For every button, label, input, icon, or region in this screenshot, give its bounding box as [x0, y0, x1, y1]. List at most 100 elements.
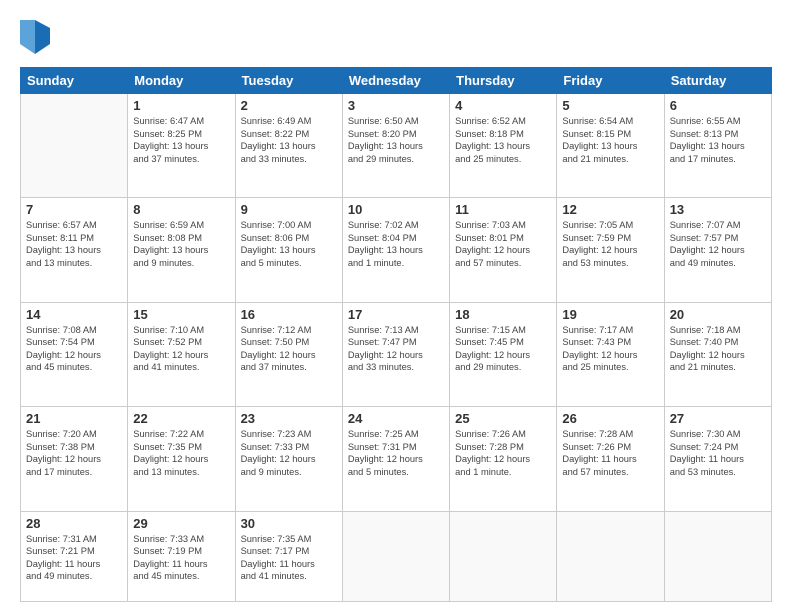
logo [20, 20, 54, 59]
week-row-2: 7 Sunrise: 6:57 AM Sunset: 8:11 PM Daylig… [21, 198, 772, 302]
day-number: 1 [133, 98, 229, 113]
calendar-cell: 25 Sunrise: 7:26 AM Sunset: 7:28 PM Dayli… [450, 407, 557, 511]
day-info: Sunrise: 7:12 AM Sunset: 7:50 PM Dayligh… [241, 324, 337, 374]
header [20, 16, 772, 59]
calendar-cell [450, 511, 557, 601]
day-number: 15 [133, 307, 229, 322]
day-info: Sunrise: 7:03 AM Sunset: 8:01 PM Dayligh… [455, 219, 551, 269]
day-info: Sunrise: 6:57 AM Sunset: 8:11 PM Dayligh… [26, 219, 122, 269]
calendar-cell: 9 Sunrise: 7:00 AM Sunset: 8:06 PM Daylig… [235, 198, 342, 302]
day-info: Sunrise: 7:10 AM Sunset: 7:52 PM Dayligh… [133, 324, 229, 374]
day-number: 20 [670, 307, 766, 322]
calendar-cell: 21 Sunrise: 7:20 AM Sunset: 7:38 PM Dayli… [21, 407, 128, 511]
day-info: Sunrise: 7:33 AM Sunset: 7:19 PM Dayligh… [133, 533, 229, 583]
day-info: Sunrise: 7:00 AM Sunset: 8:06 PM Dayligh… [241, 219, 337, 269]
calendar-cell: 2 Sunrise: 6:49 AM Sunset: 8:22 PM Daylig… [235, 94, 342, 198]
week-row-3: 14 Sunrise: 7:08 AM Sunset: 7:54 PM Dayli… [21, 302, 772, 406]
weekday-header-sunday: Sunday [21, 68, 128, 94]
day-number: 25 [455, 411, 551, 426]
day-number: 18 [455, 307, 551, 322]
calendar-cell: 18 Sunrise: 7:15 AM Sunset: 7:45 PM Dayli… [450, 302, 557, 406]
calendar-cell: 29 Sunrise: 7:33 AM Sunset: 7:19 PM Dayli… [128, 511, 235, 601]
day-info: Sunrise: 7:17 AM Sunset: 7:43 PM Dayligh… [562, 324, 658, 374]
day-number: 26 [562, 411, 658, 426]
weekday-header-saturday: Saturday [664, 68, 771, 94]
calendar-cell: 15 Sunrise: 7:10 AM Sunset: 7:52 PM Dayli… [128, 302, 235, 406]
calendar-cell: 27 Sunrise: 7:30 AM Sunset: 7:24 PM Dayli… [664, 407, 771, 511]
calendar-cell: 12 Sunrise: 7:05 AM Sunset: 7:59 PM Dayli… [557, 198, 664, 302]
day-info: Sunrise: 7:28 AM Sunset: 7:26 PM Dayligh… [562, 428, 658, 478]
weekday-header-row: SundayMondayTuesdayWednesdayThursdayFrid… [21, 68, 772, 94]
day-number: 22 [133, 411, 229, 426]
day-number: 6 [670, 98, 766, 113]
day-number: 11 [455, 202, 551, 217]
day-info: Sunrise: 7:08 AM Sunset: 7:54 PM Dayligh… [26, 324, 122, 374]
calendar-cell [557, 511, 664, 601]
calendar-cell: 24 Sunrise: 7:25 AM Sunset: 7:31 PM Dayli… [342, 407, 449, 511]
calendar-cell: 26 Sunrise: 7:28 AM Sunset: 7:26 PM Dayli… [557, 407, 664, 511]
calendar-cell: 14 Sunrise: 7:08 AM Sunset: 7:54 PM Dayli… [21, 302, 128, 406]
day-number: 19 [562, 307, 658, 322]
calendar-table: SundayMondayTuesdayWednesdayThursdayFrid… [20, 67, 772, 602]
calendar-cell [342, 511, 449, 601]
calendar-cell: 10 Sunrise: 7:02 AM Sunset: 8:04 PM Dayli… [342, 198, 449, 302]
day-info: Sunrise: 6:59 AM Sunset: 8:08 PM Dayligh… [133, 219, 229, 269]
day-number: 29 [133, 516, 229, 531]
calendar-cell: 8 Sunrise: 6:59 AM Sunset: 8:08 PM Daylig… [128, 198, 235, 302]
day-info: Sunrise: 7:18 AM Sunset: 7:40 PM Dayligh… [670, 324, 766, 374]
calendar-cell: 23 Sunrise: 7:23 AM Sunset: 7:33 PM Dayli… [235, 407, 342, 511]
calendar-cell: 3Sunrise: 6:50 AM Sunset: 8:20 PM Daylig… [342, 94, 449, 198]
day-info: Sunrise: 6:52 AM Sunset: 8:18 PM Dayligh… [455, 115, 551, 165]
calendar-cell: 30 Sunrise: 7:35 AM Sunset: 7:17 PM Dayli… [235, 511, 342, 601]
day-info: Sunrise: 7:13 AM Sunset: 7:47 PM Dayligh… [348, 324, 444, 374]
calendar-cell: 22Sunrise: 7:22 AM Sunset: 7:35 PM Dayli… [128, 407, 235, 511]
page: SundayMondayTuesdayWednesdayThursdayFrid… [0, 0, 792, 612]
weekday-header-monday: Monday [128, 68, 235, 94]
day-number: 21 [26, 411, 122, 426]
day-info: Sunrise: 7:30 AM Sunset: 7:24 PM Dayligh… [670, 428, 766, 478]
day-info: Sunrise: 7:23 AM Sunset: 7:33 PM Dayligh… [241, 428, 337, 478]
day-info: Sunrise: 6:49 AM Sunset: 8:22 PM Dayligh… [241, 115, 337, 165]
day-number: 14 [26, 307, 122, 322]
day-number: 24 [348, 411, 444, 426]
day-number: 23 [241, 411, 337, 426]
day-info: Sunrise: 6:47 AM Sunset: 8:25 PM Dayligh… [133, 115, 229, 165]
week-row-5: 28Sunrise: 7:31 AM Sunset: 7:21 PM Dayli… [21, 511, 772, 601]
calendar-cell: 5 Sunrise: 6:54 AM Sunset: 8:15 PM Daylig… [557, 94, 664, 198]
calendar-cell: 11 Sunrise: 7:03 AM Sunset: 8:01 PM Dayli… [450, 198, 557, 302]
calendar-cell [21, 94, 128, 198]
day-number: 8 [133, 202, 229, 217]
calendar-cell [664, 511, 771, 601]
day-number: 27 [670, 411, 766, 426]
day-info: Sunrise: 7:05 AM Sunset: 7:59 PM Dayligh… [562, 219, 658, 269]
day-info: Sunrise: 7:25 AM Sunset: 7:31 PM Dayligh… [348, 428, 444, 478]
calendar-cell: 1 Sunrise: 6:47 AM Sunset: 8:25 PM Daylig… [128, 94, 235, 198]
day-number: 12 [562, 202, 658, 217]
day-number: 5 [562, 98, 658, 113]
day-info: Sunrise: 7:26 AM Sunset: 7:28 PM Dayligh… [455, 428, 551, 478]
calendar-cell: 4 Sunrise: 6:52 AM Sunset: 8:18 PM Daylig… [450, 94, 557, 198]
weekday-header-friday: Friday [557, 68, 664, 94]
logo-icon [20, 20, 50, 54]
day-number: 2 [241, 98, 337, 113]
calendar-cell: 20 Sunrise: 7:18 AM Sunset: 7:40 PM Dayli… [664, 302, 771, 406]
calendar-cell: 6Sunrise: 6:55 AM Sunset: 8:13 PM Daylig… [664, 94, 771, 198]
day-info: Sunrise: 6:54 AM Sunset: 8:15 PM Dayligh… [562, 115, 658, 165]
day-info: Sunrise: 7:02 AM Sunset: 8:04 PM Dayligh… [348, 219, 444, 269]
day-number: 4 [455, 98, 551, 113]
day-number: 10 [348, 202, 444, 217]
day-number: 16 [241, 307, 337, 322]
day-info: Sunrise: 7:15 AM Sunset: 7:45 PM Dayligh… [455, 324, 551, 374]
day-info: Sunrise: 7:20 AM Sunset: 7:38 PM Dayligh… [26, 428, 122, 478]
day-number: 17 [348, 307, 444, 322]
day-info: Sunrise: 7:31 AM Sunset: 7:21 PM Dayligh… [26, 533, 122, 583]
calendar-cell: 17 Sunrise: 7:13 AM Sunset: 7:47 PM Dayli… [342, 302, 449, 406]
calendar-cell: 7 Sunrise: 6:57 AM Sunset: 8:11 PM Daylig… [21, 198, 128, 302]
day-info: Sunrise: 7:07 AM Sunset: 7:57 PM Dayligh… [670, 219, 766, 269]
calendar-cell: 28Sunrise: 7:31 AM Sunset: 7:21 PM Dayli… [21, 511, 128, 601]
day-info: Sunrise: 7:35 AM Sunset: 7:17 PM Dayligh… [241, 533, 337, 583]
day-number: 3 [348, 98, 444, 113]
day-number: 7 [26, 202, 122, 217]
day-number: 30 [241, 516, 337, 531]
day-number: 9 [241, 202, 337, 217]
